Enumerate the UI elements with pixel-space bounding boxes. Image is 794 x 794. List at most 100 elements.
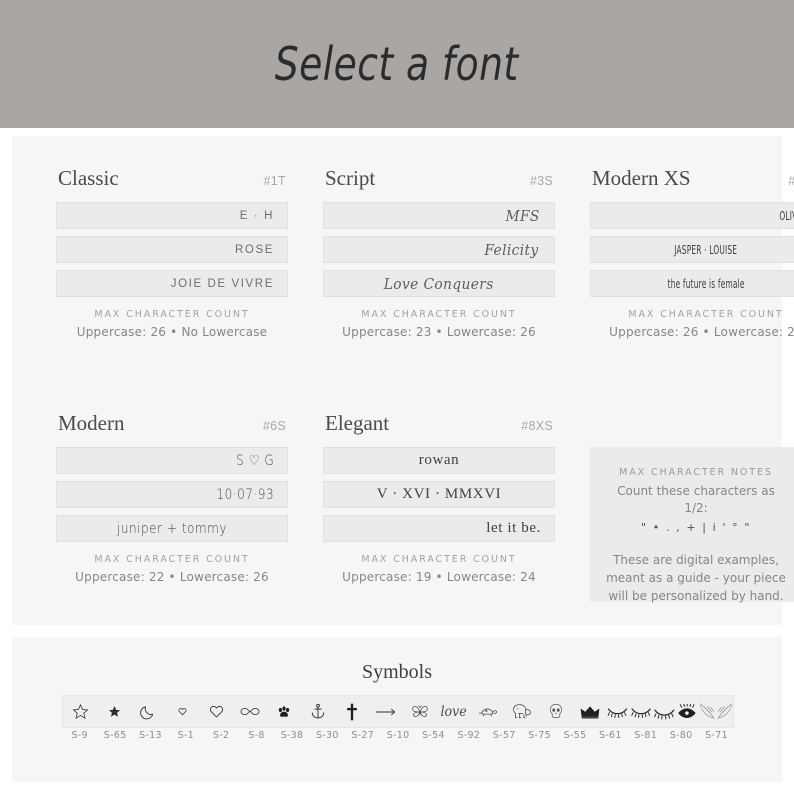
symbol-label: S-1 (177, 730, 195, 741)
heart-outline-icon (209, 704, 224, 719)
symbol-label: S-30 (315, 730, 339, 741)
crown-icon (580, 705, 600, 719)
symbol-label: S-10 (386, 730, 410, 741)
symbol-label: S-80 (669, 730, 693, 741)
symbol-s-13[interactable] (131, 695, 165, 728)
font-sample-box[interactable]: JOIE DE VIVRE (56, 270, 288, 297)
font-name: Elegant (325, 411, 390, 435)
font-sample-text: the future is female (667, 276, 745, 291)
arrow-right-icon (375, 707, 397, 717)
font-sample-text: 10·07·93 (216, 486, 274, 503)
font-card-classic[interactable]: Classic #1T E · H ROSE JOIE DE VIVRE MAX CHAR… (56, 166, 288, 339)
font-card-elegant[interactable]: Elegant #8XS rowan V · XVI · MMXVI let it be… (323, 411, 555, 602)
font-sample-text: OLIVER (779, 208, 794, 223)
symbol-label: S-71 (705, 730, 728, 741)
font-code: #1T (263, 174, 286, 188)
symbol-label: S-65 (103, 730, 127, 741)
symbol-label: S-13 (139, 730, 162, 741)
max-count-value: Uppercase: 26 • Lowercase: 28 (609, 325, 794, 339)
font-sample-box[interactable]: 10·07·93 (56, 481, 288, 508)
symbol-s-55[interactable] (539, 695, 573, 728)
symbol-s-54[interactable] (403, 695, 437, 728)
symbol-s-65[interactable] (97, 695, 131, 728)
font-sample-box[interactable]: juniper + tommy (56, 515, 288, 542)
symbol-s-81[interactable] (607, 695, 653, 728)
max-character-count: MAX CHARACTER COUNT Uppercase: 22 • Lower… (56, 554, 288, 584)
notes-line: Count these characters as 1/2: (617, 484, 775, 516)
font-sample-box[interactable]: Love Conquers (323, 270, 555, 297)
font-sample-text: Felicity (484, 240, 539, 259)
font-card-modern-xs[interactable]: Modern XS #6XS OLIVER JASPER · LOUISE the fu… (590, 166, 794, 339)
font-sample-box[interactable]: MFS (323, 202, 555, 229)
symbol-s-1[interactable] (165, 695, 199, 728)
paw-print-icon (276, 704, 292, 720)
font-sample-text: MFS (505, 206, 540, 225)
max-count-value: Uppercase: 23 • Lowercase: 26 (342, 325, 536, 339)
symbol-s-61[interactable] (573, 695, 607, 728)
page-header: Select a font (0, 0, 794, 128)
max-character-count: MAX CHARACTER COUNT Uppercase: 19 • Lower… (323, 554, 555, 584)
font-sample-text: ROSE (235, 243, 274, 256)
font-card-script[interactable]: Script #3S MFS Felicity Love Conquers MAX CHA… (323, 166, 555, 339)
font-sample-box[interactable]: rowan (323, 447, 555, 474)
symbol-s-92[interactable]: love (437, 695, 471, 728)
symbol-s-10[interactable] (369, 695, 403, 728)
font-sample-box[interactable]: E · H (56, 202, 288, 229)
symbol-s-71[interactable] (699, 695, 733, 728)
font-name: Classic (58, 166, 119, 190)
symbol-s-30[interactable] (301, 695, 335, 728)
symbol-s-9[interactable] (63, 695, 97, 728)
font-sample-text: juniper + tommy (116, 520, 228, 537)
symbol-label: S-55 (563, 730, 587, 741)
heart-small-icon (178, 707, 187, 716)
page-title: Select a font (275, 37, 519, 91)
elephant-icon (511, 703, 533, 720)
cross-icon (346, 703, 358, 721)
double-eyelash-icon (607, 705, 653, 718)
symbols-panel: Symbols love S-9 S-65 S-13 S-1 S-2 S-8 S-38 S-3… (12, 637, 782, 782)
symbol-label: S-75 (528, 730, 551, 741)
symbol-label: S-81 (634, 730, 658, 741)
max-character-count: MAX CHARACTER COUNT Uppercase: 26 • Lower… (590, 309, 794, 339)
skull-icon (549, 703, 563, 720)
symbol-s-80[interactable] (653, 695, 699, 728)
font-card-grid: Classic #1T E · H ROSE JOIE DE VIVRE MAX CHAR… (12, 136, 794, 603)
star-outline-icon (71, 703, 89, 720)
crescent-moon-icon (140, 704, 156, 720)
max-character-notes-box: MAX CHARACTER NOTES Count these character… (590, 447, 794, 603)
font-name: Modern (58, 411, 125, 435)
symbol-s-38[interactable] (267, 695, 301, 728)
angel-wings-icon (699, 703, 733, 720)
font-card-header: Modern XS #6XS (590, 166, 794, 191)
max-count-label: MAX CHARACTER COUNT (94, 554, 250, 565)
font-sample-text: S ♡ G (235, 452, 274, 469)
font-name: Modern XS (592, 166, 691, 190)
font-code: #8XS (521, 419, 553, 433)
font-sample-box[interactable]: ROSE (56, 236, 288, 263)
symbol-s-57[interactable] (471, 695, 505, 728)
font-code: #3S (529, 174, 553, 188)
symbol-s-27[interactable] (335, 695, 369, 728)
font-sample-box[interactable]: S ♡ G (56, 447, 288, 474)
font-card-modern[interactable]: Modern #6S S ♡ G 10·07·93 juniper + tommy MAX… (56, 411, 288, 602)
font-sample-box[interactable]: the future is female (590, 270, 794, 297)
font-sample-box[interactable]: JASPER · LOUISE (590, 236, 794, 263)
font-name: Script (325, 166, 376, 190)
symbol-s-2[interactable] (199, 695, 233, 728)
font-sample-text: JOIE DE VIVRE (170, 277, 274, 290)
symbol-s-8[interactable] (233, 695, 267, 728)
font-sample-box[interactable]: Felicity (323, 236, 555, 263)
notes-title: MAX CHARACTER NOTES (619, 467, 773, 478)
symbol-s-75[interactable] (505, 695, 539, 728)
font-card-header: Modern #6S (56, 411, 288, 436)
symbol-band: love (62, 695, 734, 728)
font-sample-box[interactable]: let it be. (323, 515, 555, 542)
font-sample-box[interactable]: V · XVI · MMXVI (323, 481, 555, 508)
font-card-header: Classic #1T (56, 166, 288, 191)
max-character-count: MAX CHARACTER COUNT Uppercase: 26 • No Lo… (56, 309, 288, 339)
max-count-label: MAX CHARACTER COUNT (94, 309, 250, 320)
font-sample-box[interactable]: OLIVER (590, 202, 794, 229)
symbol-label: S-27 (351, 730, 375, 741)
symbols-heading: Symbols (361, 661, 433, 683)
turtle-icon (477, 705, 499, 718)
